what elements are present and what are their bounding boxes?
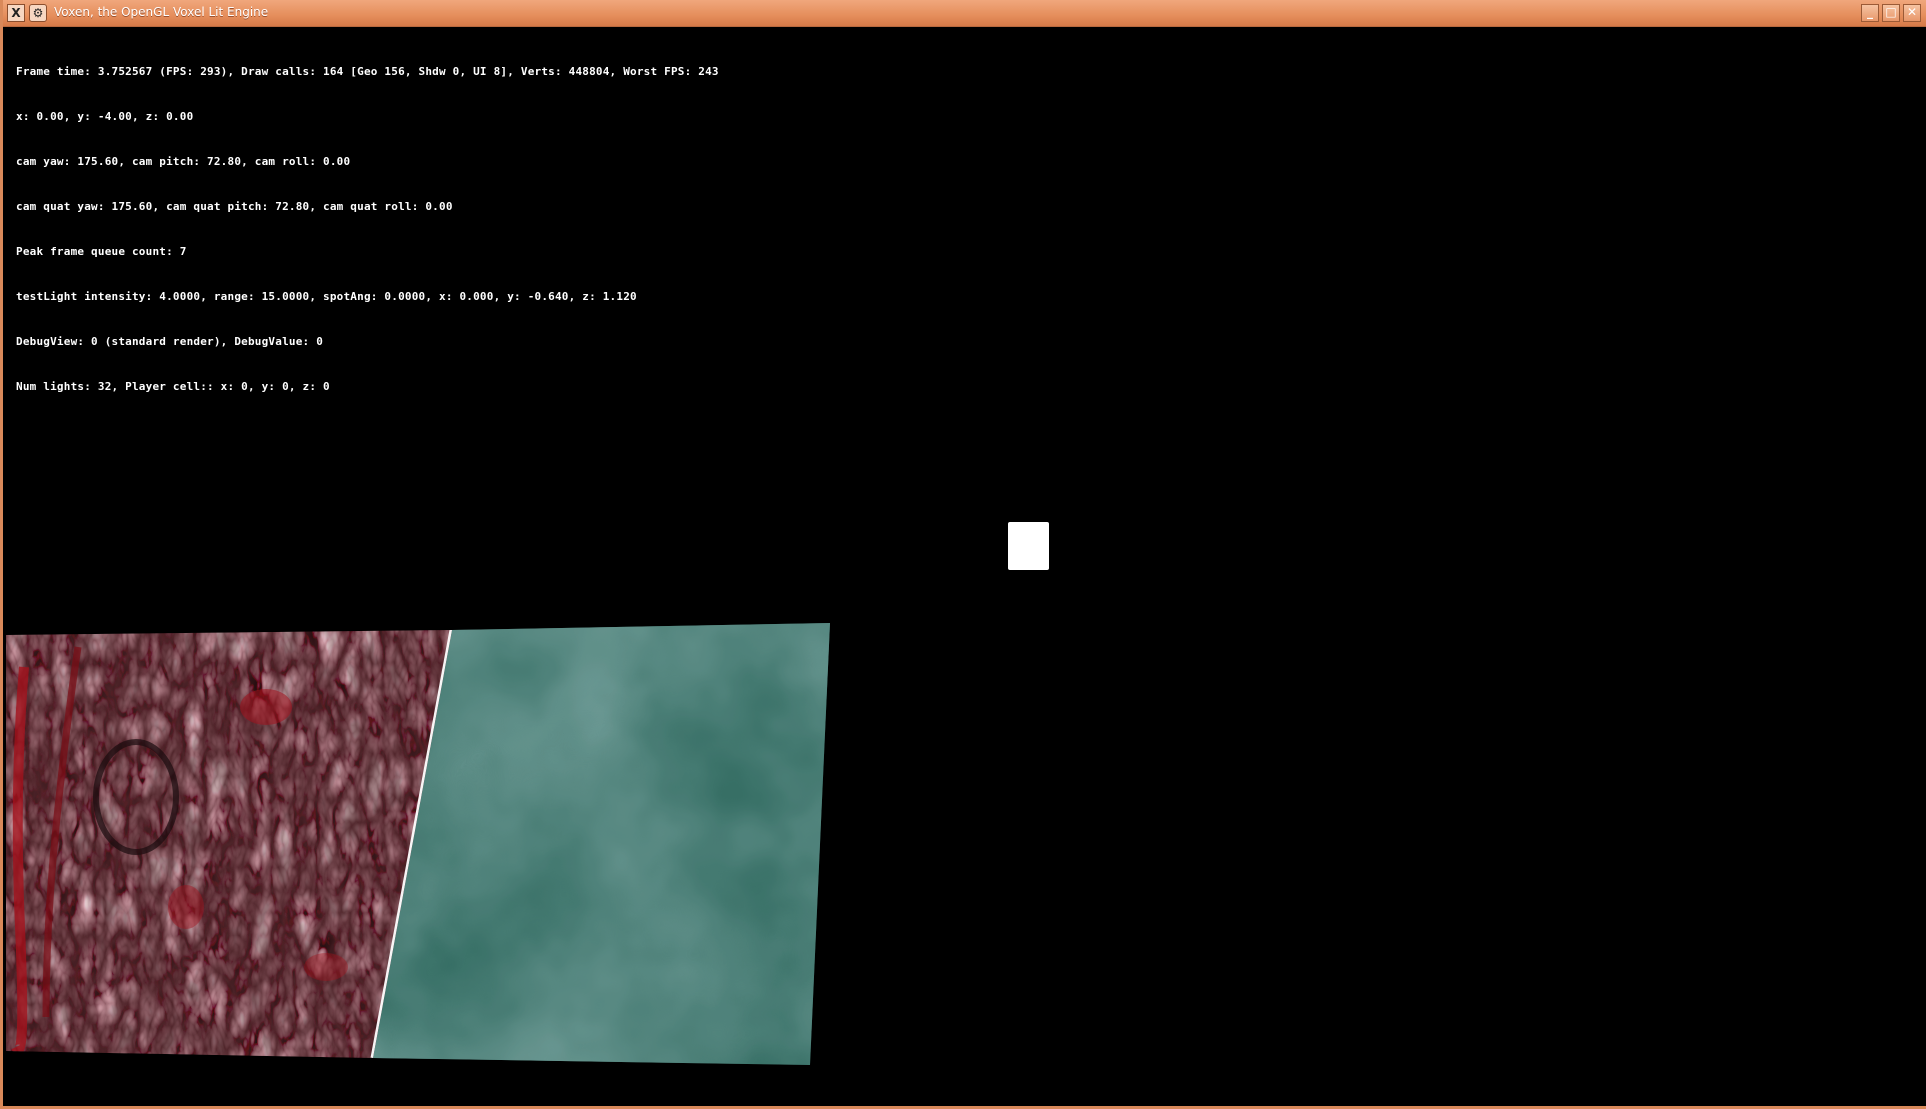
hud-camera-angles: cam yaw: 175.60, cam pitch: 72.80, cam r… xyxy=(16,155,351,168)
debug-overlay: Frame time: 3.752567 (FPS: 293), Draw ca… xyxy=(16,34,719,424)
hud-frame-queue: Peak frame queue count: 7 xyxy=(16,245,187,258)
close-button[interactable]: ✕ xyxy=(1903,4,1921,22)
render-viewport[interactable]: Frame time: 3.752567 (FPS: 293), Draw ca… xyxy=(6,27,1926,1106)
title-bar[interactable]: X ⚙ Voxen, the OpenGL Voxel Lit Engine _… xyxy=(3,0,1926,27)
x-app-icon[interactable]: X xyxy=(7,4,25,22)
crosshair-cursor xyxy=(1008,522,1049,570)
hud-camera-quat: cam quat yaw: 175.60, cam quat pitch: 72… xyxy=(16,200,453,213)
hud-position: x: 0.00, y: -4.00, z: 0.00 xyxy=(16,110,194,123)
maximize-button[interactable]: □ xyxy=(1882,4,1900,22)
hud-frame-stats: Frame time: 3.752567 (FPS: 293), Draw ca… xyxy=(16,65,719,78)
gear-icon[interactable]: ⚙ xyxy=(29,4,47,22)
minimize-button[interactable]: _ xyxy=(1861,4,1879,22)
window-title: Voxen, the OpenGL Voxel Lit Engine xyxy=(54,5,269,19)
hud-test-light: testLight intensity: 4.0000, range: 15.0… xyxy=(16,290,637,303)
hud-lights-cell: Num lights: 32, Player cell:: x: 0, y: 0… xyxy=(16,380,330,393)
app-window: X ⚙ Voxen, the OpenGL Voxel Lit Engine _… xyxy=(0,0,1926,1109)
hud-debug-view: DebugView: 0 (standard render), DebugVal… xyxy=(16,335,324,348)
